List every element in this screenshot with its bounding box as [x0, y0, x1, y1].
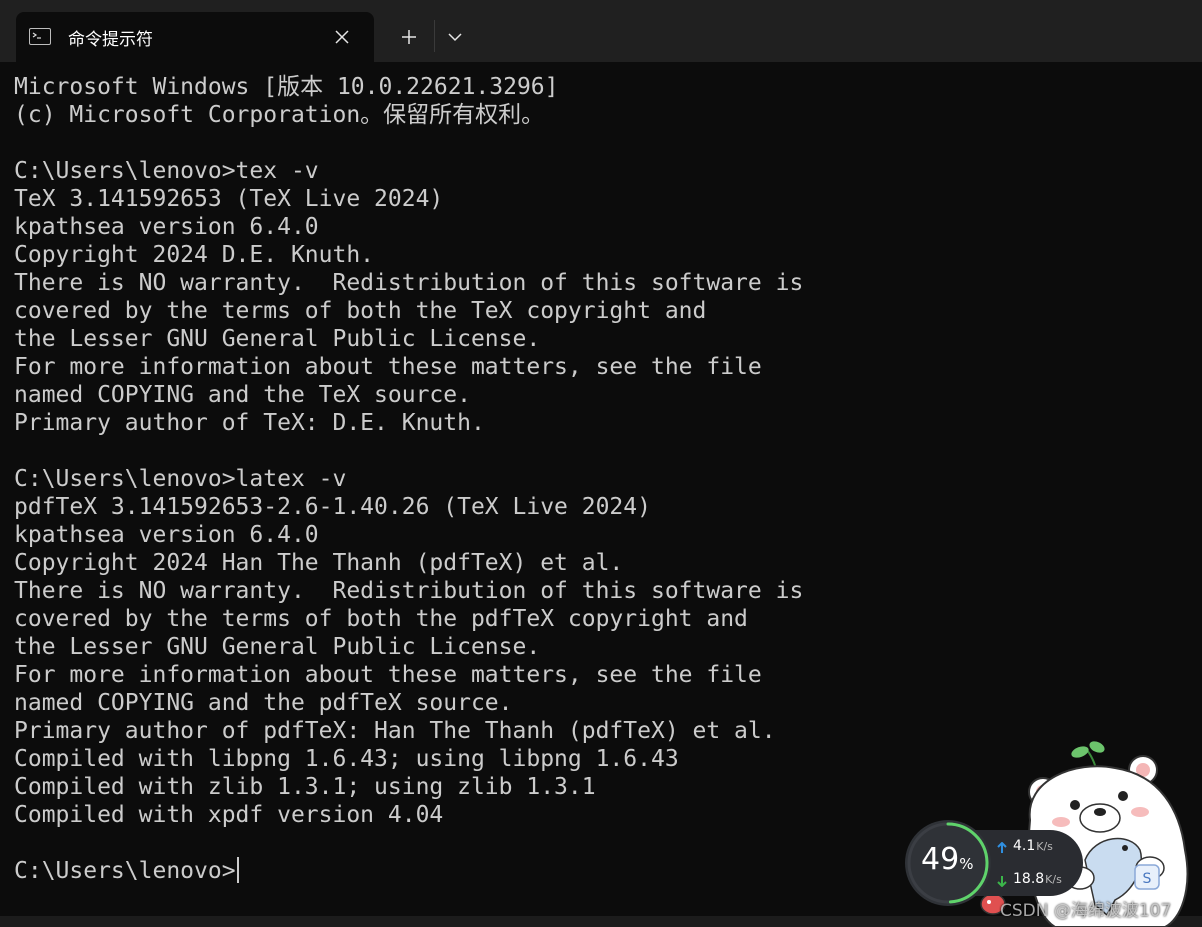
- chevron-down-icon: [448, 33, 462, 42]
- upload-speed-value: 4.1: [1013, 838, 1036, 854]
- terminal-line: For more information about these matters…: [14, 354, 762, 380]
- terminal-line: pdfTeX 3.141592653-2.6-1.40.26 (TeX Live…: [14, 494, 651, 520]
- terminal-line: named COPYING and the pdfTeX source.: [14, 690, 513, 716]
- download-speed-value: 18.8: [1013, 871, 1045, 887]
- usage-percent-value: 49: [921, 842, 960, 877]
- tab-separator: [434, 20, 435, 52]
- terminal-line: Microsoft Windows [版本 10.0.22621.3296]: [14, 74, 559, 100]
- terminal-line: There is NO warranty. Redistribution of …: [14, 270, 804, 296]
- arrow-down-icon: [997, 876, 1007, 887]
- usage-percent: 49%: [921, 842, 973, 877]
- terminal-line: named COPYING and the TeX source.: [14, 382, 471, 408]
- usage-percent-sign: %: [959, 855, 974, 873]
- terminal-line: Primary author of pdfTeX: Han The Thanh …: [14, 718, 776, 744]
- plus-icon: [402, 30, 416, 44]
- tab-close-button[interactable]: [330, 25, 354, 49]
- terminal-output: Microsoft Windows [版本 10.0.22621.3296] (c…: [14, 73, 803, 885]
- upload-speed-unit: K/s: [1036, 840, 1053, 853]
- close-icon: [335, 30, 349, 44]
- terminal-line: For more information about these matters…: [14, 662, 762, 688]
- terminal-line: Compiled with zlib 1.3.1; using zlib 1.3…: [14, 774, 596, 800]
- arrow-up-icon: [997, 842, 1007, 853]
- terminal-line: the Lesser GNU General Public License.: [14, 634, 541, 660]
- terminal-line: Copyright 2024 Han The Thanh (pdfTeX) et…: [14, 550, 624, 576]
- tab-dropdown-button[interactable]: [440, 22, 470, 52]
- tab-command-prompt[interactable]: 命令提示符: [16, 12, 374, 62]
- terminal-line: kpathsea version 6.4.0: [14, 522, 319, 548]
- terminal-line: (c) Microsoft Corporation。保留所有权利。: [14, 102, 545, 128]
- terminal-prompt: C:\Users\lenovo>: [14, 858, 236, 884]
- terminal-line: TeX 3.141592653 (TeX Live 2024): [14, 186, 444, 212]
- network-monitor-widget[interactable]: 49% 4.1K/s 18.8K/s: [905, 820, 1085, 906]
- new-tab-button[interactable]: [392, 22, 426, 52]
- terminal-icon: [29, 28, 51, 45]
- terminal-line: Compiled with libpng 1.6.43; using libpn…: [14, 746, 679, 772]
- terminal-prompt-line[interactable]: C:\Users\lenovo>: [14, 857, 803, 885]
- csdn-watermark: CSDN @海绵波波107: [1000, 901, 1172, 921]
- terminal-line: the Lesser GNU General Public License.: [14, 326, 541, 352]
- title-bar: 命令提示符: [0, 0, 1202, 62]
- terminal-line: Primary author of TeX: D.E. Knuth.: [14, 410, 485, 436]
- tab-title: 命令提示符: [68, 30, 153, 50]
- download-speed-unit: K/s: [1045, 873, 1062, 886]
- terminal-line: kpathsea version 6.4.0: [14, 214, 319, 240]
- text-cursor: [236, 857, 239, 883]
- terminal-line: C:\Users\lenovo>latex -v: [14, 466, 347, 492]
- terminal-line: There is NO warranty. Redistribution of …: [14, 578, 804, 604]
- terminal-line: C:\Users\lenovo>tex -v: [14, 158, 319, 184]
- terminal-line: Copyright 2024 D.E. Knuth.: [14, 242, 375, 268]
- terminal-line: Compiled with xpdf version 4.04: [14, 802, 444, 828]
- terminal-line: covered by the terms of both the pdfTeX …: [14, 606, 748, 632]
- svg-text:S: S: [1143, 871, 1152, 887]
- terminal-line: covered by the terms of both the TeX cop…: [14, 298, 707, 324]
